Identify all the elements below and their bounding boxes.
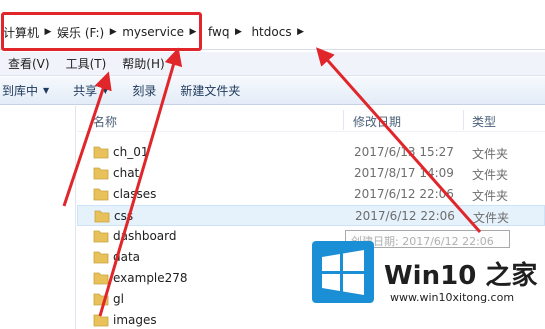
menu-tools[interactable]: 工具(T) — [58, 55, 115, 72]
breadcrumb-fwq[interactable]: fwq — [205, 25, 232, 39]
file-type: 文件夹 — [472, 189, 509, 203]
highlight-box — [1, 12, 202, 51]
caret-down-icon: ▼ — [102, 86, 109, 95]
folder-icon — [94, 210, 110, 223]
folder-icon — [93, 188, 109, 201]
share-label: 共享 — [73, 84, 98, 98]
file-type: 文件夹 — [472, 147, 509, 161]
watermark: Win10 之家 www.win10xitong.com — [312, 241, 545, 315]
command-toolbar: 到库中 ▼ 共享 ▼ 刻录 新建文件夹 — [0, 77, 545, 105]
caret-down-icon: ▼ — [43, 86, 50, 95]
file-date: 2017/8/17 14:09 — [354, 166, 454, 180]
file-name: ch_01 — [113, 145, 149, 159]
burn-button[interactable]: 刻录 — [118, 82, 166, 99]
column-divider[interactable] — [343, 110, 344, 130]
column-header: 名称 修改日期 类型 — [77, 108, 545, 132]
column-name[interactable]: 名称 — [93, 113, 117, 130]
file-name: css — [114, 209, 134, 223]
menu-view[interactable]: 查看(V) — [0, 55, 58, 72]
column-divider[interactable] — [463, 110, 464, 130]
file-type: 文件夹 — [472, 168, 509, 182]
file-row[interactable]: ch_01 2017/6/13 15:27 文件夹 — [77, 142, 545, 163]
file-row-selected[interactable]: css 2017/6/12 22:06 文件夹 — [77, 205, 545, 226]
folder-icon — [93, 167, 109, 180]
windows-logo-icon — [312, 241, 374, 303]
new-folder-button[interactable]: 新建文件夹 — [166, 82, 250, 99]
file-name: images — [113, 313, 157, 327]
watermark-title: Win10 之家 — [384, 261, 538, 291]
include-in-library-label: 到库中 — [2, 84, 39, 98]
file-date: 2017/6/12 22:06 — [354, 187, 454, 201]
breadcrumb-htdocs[interactable]: htdocs — [248, 25, 294, 39]
column-type[interactable]: 类型 — [472, 113, 496, 130]
file-name: example278 — [113, 271, 188, 285]
address-bar[interactable]: 计算机 ▶ 娱乐 (F:) ▶ myservice ▶ fwq ▶ htdocs… — [0, 0, 545, 51]
file-date: 2017/6/13 15:27 — [354, 145, 454, 159]
file-name: data — [113, 250, 141, 264]
folder-icon — [93, 272, 109, 285]
watermark-url: www.win10xitong.com — [390, 291, 515, 304]
chevron-right-icon[interactable]: ▶ — [232, 26, 244, 38]
column-date-modified[interactable]: 修改日期 — [353, 113, 401, 130]
file-type: 文件夹 — [473, 211, 510, 225]
share-button[interactable]: 共享 ▼ — [59, 82, 118, 99]
file-name: dashboard — [113, 229, 177, 243]
include-in-library-button[interactable]: 到库中 ▼ — [0, 82, 59, 99]
chevron-right-icon[interactable]: ▶ — [295, 26, 307, 38]
folder-icon — [93, 230, 109, 243]
file-name: classes — [113, 187, 157, 201]
file-name: gl — [113, 292, 124, 306]
menu-bar: 查看(V) 工具(T) 帮助(H) — [0, 52, 545, 76]
menu-help[interactable]: 帮助(H) — [114, 55, 172, 72]
folder-icon — [93, 251, 109, 264]
file-row[interactable]: classes 2017/6/12 22:06 文件夹 — [77, 184, 545, 205]
folder-icon — [93, 146, 109, 159]
file-name: chat — [113, 166, 140, 180]
folder-icon — [93, 293, 109, 306]
file-date: 2017/6/12 22:06 — [355, 209, 455, 223]
folder-icon — [93, 314, 109, 327]
navigation-pane[interactable] — [0, 106, 76, 329]
file-row[interactable]: chat 2017/8/17 14:09 文件夹 — [77, 163, 545, 184]
